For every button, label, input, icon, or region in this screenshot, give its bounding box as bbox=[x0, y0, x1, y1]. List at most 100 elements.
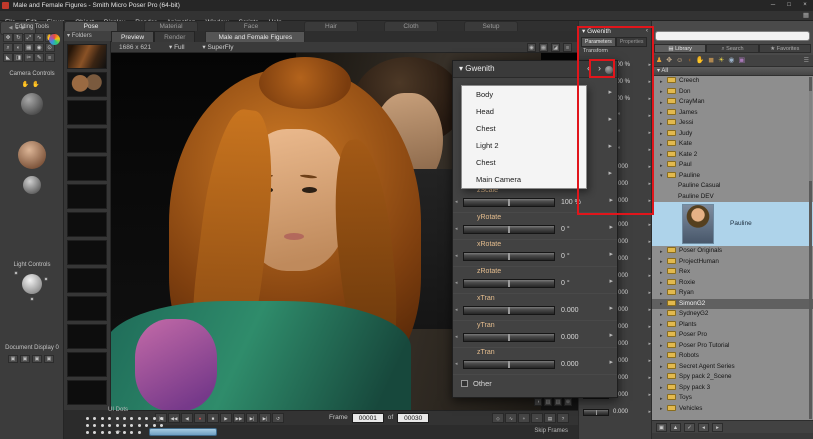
camera-trackball[interactable] bbox=[21, 93, 43, 115]
view-tab-preview[interactable]: Preview bbox=[111, 31, 155, 42]
ui-dot[interactable] bbox=[145, 417, 149, 420]
frame-figure-icon[interactable]: ▣ bbox=[20, 355, 30, 363]
chevron-right-icon[interactable]: ▸ bbox=[660, 331, 667, 342]
ui-dot[interactable] bbox=[93, 431, 97, 434]
dial-submenu-arrow-icon[interactable]: ▸ bbox=[609, 277, 613, 285]
library-search-input[interactable] bbox=[655, 31, 810, 41]
dial-submenu-arrow-icon[interactable]: ▸ bbox=[648, 392, 651, 398]
scene-thumbnail[interactable] bbox=[67, 212, 107, 237]
ui-dot[interactable] bbox=[100, 424, 104, 427]
close-button[interactable]: × bbox=[797, 0, 813, 11]
ui-dot[interactable] bbox=[130, 417, 134, 420]
library-item-poser-pro-tutorial-22[interactable]: ▸ Poser Pro Tutorial bbox=[652, 341, 813, 352]
view-tool-icon[interactable]: ◨ bbox=[13, 53, 24, 62]
ui-dot[interactable] bbox=[86, 424, 89, 427]
dial-nudge-icon[interactable]: ◂ bbox=[455, 253, 458, 259]
taper-tool-icon[interactable]: ◣ bbox=[3, 53, 13, 62]
rotate-tool-icon[interactable]: ↻ bbox=[13, 33, 24, 42]
ui-dot[interactable] bbox=[137, 431, 141, 434]
chevron-right-icon[interactable]: ▸ bbox=[660, 247, 667, 258]
texture-toggle-icon[interactable]: ◪ bbox=[551, 43, 560, 52]
scene-thumbnail[interactable] bbox=[67, 296, 107, 321]
library-item-judy-5[interactable]: ▸ Judy bbox=[652, 129, 813, 140]
parameter-dial[interactable] bbox=[463, 225, 555, 234]
magnify-tool-icon[interactable]: ⌕ bbox=[3, 43, 13, 52]
chevron-right-icon[interactable]: ▸ bbox=[660, 161, 667, 172]
last-frame-button[interactable]: ▶| bbox=[259, 413, 271, 423]
dial-nudge-icon[interactable]: ◂ bbox=[455, 199, 458, 205]
list-view-icon[interactable]: ☰ bbox=[804, 57, 809, 64]
half-view-icon[interactable]: ▣ bbox=[32, 355, 42, 363]
chevron-right-icon[interactable]: ▸ bbox=[660, 98, 667, 109]
stop-button[interactable]: ■ bbox=[207, 413, 219, 423]
ui-dot[interactable] bbox=[108, 424, 112, 427]
total-frames-field[interactable]: 00030 bbox=[397, 413, 430, 423]
scene-thumbnail[interactable] bbox=[67, 184, 107, 209]
scene-thumbnail[interactable] bbox=[67, 100, 107, 125]
chevron-right-icon[interactable]: ▸ bbox=[660, 268, 667, 279]
expressions-category-icon[interactable]: ☺ bbox=[676, 55, 683, 67]
ui-dot[interactable] bbox=[86, 417, 89, 420]
scene-thumbnail[interactable] bbox=[67, 156, 107, 181]
parameter-dial[interactable] bbox=[463, 306, 555, 315]
chevron-right-icon[interactable]: ▸ bbox=[660, 289, 667, 300]
library-item-roxie-16[interactable]: ▸ Roxie bbox=[652, 278, 813, 289]
library-item-poser-pro-21[interactable]: ▸ Poser Pro bbox=[652, 330, 813, 341]
next-page-icon[interactable]: ▸ bbox=[712, 422, 723, 432]
light-indicator-dot[interactable] bbox=[30, 297, 34, 301]
dial-submenu-arrow-icon[interactable]: ▸ bbox=[609, 358, 613, 366]
ui-dot[interactable] bbox=[108, 431, 112, 434]
ui-dot[interactable] bbox=[115, 431, 119, 434]
library-item-vehicles-28[interactable]: ▸ Vehicles bbox=[652, 404, 813, 415]
library-item-projecthuman-14[interactable]: ▸ ProjectHuman bbox=[652, 257, 813, 268]
ui-dot[interactable] bbox=[100, 417, 104, 420]
orbit-ball[interactable] bbox=[23, 176, 41, 194]
renderer-dropdown[interactable]: ▾ SuperFly bbox=[202, 44, 233, 51]
parameter-dial[interactable] bbox=[463, 333, 555, 342]
chevron-right-icon[interactable]: ▸ bbox=[660, 310, 667, 321]
loop-button[interactable]: ↺ bbox=[272, 413, 284, 423]
room-tab-face[interactable]: Face bbox=[224, 21, 278, 31]
ui-dot[interactable] bbox=[152, 424, 156, 427]
ui-dot[interactable] bbox=[152, 417, 156, 420]
dial-nudge-icon[interactable]: ◂ bbox=[455, 334, 458, 340]
folders-header[interactable]: ▾ Folders bbox=[64, 31, 111, 41]
step-forward-fast-button[interactable]: ▶| bbox=[246, 413, 258, 423]
minimize-button[interactable]: ─ bbox=[765, 0, 781, 11]
library-item-secret-agent-series-24[interactable]: ▸ Secret Agent Series bbox=[652, 362, 813, 373]
ui-dot[interactable] bbox=[145, 424, 149, 427]
dial-submenu-arrow-icon[interactable]: ▸ bbox=[648, 324, 651, 330]
document-tab[interactable]: Male and Female Figures bbox=[205, 31, 306, 42]
ui-dot[interactable] bbox=[115, 424, 119, 427]
new-folder-icon[interactable]: ▣ bbox=[656, 422, 667, 432]
materials-category-icon[interactable]: ▣ bbox=[738, 55, 745, 67]
hands-category-icon[interactable]: ✋ bbox=[696, 55, 705, 67]
chevron-right-icon[interactable]: ▸ bbox=[660, 394, 667, 405]
cameras-category-icon[interactable]: ◉ bbox=[728, 55, 734, 67]
dial-submenu-arrow-icon[interactable]: ▸ bbox=[648, 290, 651, 296]
parameter-dial[interactable] bbox=[463, 252, 555, 261]
dial-submenu-arrow-icon[interactable]: ▸ bbox=[648, 239, 651, 245]
scene-thumbnail[interactable] bbox=[67, 324, 107, 349]
dropdown-item-body-0[interactable]: Body bbox=[462, 86, 586, 103]
library-item-poser-originals-13[interactable]: ▸ Poser Originals bbox=[652, 246, 813, 257]
face-camera-ball[interactable] bbox=[18, 141, 46, 169]
library-item-simong2-18[interactable]: ▸ SimonG2 bbox=[652, 298, 813, 309]
library-item-pauline-dev-11[interactable]: Pauline DEV bbox=[652, 192, 813, 203]
chevron-right-icon[interactable]: ▸ bbox=[660, 404, 667, 415]
twist-tool-icon[interactable]: ∿ bbox=[34, 33, 45, 42]
dial-submenu-arrow-icon[interactable]: ▸ bbox=[648, 341, 651, 347]
paint-tool-icon[interactable]: ✎ bbox=[34, 53, 45, 62]
library-item-jessi-4[interactable]: ▸ Jessi bbox=[652, 118, 813, 129]
delete-key-button[interactable]: − bbox=[531, 413, 543, 423]
ui-dot[interactable] bbox=[122, 417, 126, 420]
chevron-right-icon[interactable]: ▸ bbox=[660, 373, 667, 384]
scene-thumbnail[interactable] bbox=[67, 380, 107, 405]
library-item-kate-2-7[interactable]: ▸ Kate 2 bbox=[652, 150, 813, 161]
library-thumbnail-pauline[interactable]: Pauline bbox=[652, 202, 813, 246]
cut-tool-icon[interactable]: ✂ bbox=[23, 53, 34, 62]
camera-hands-icon[interactable]: ✋✋ bbox=[8, 81, 56, 88]
library-item-robots-23[interactable]: ▸ Robots bbox=[652, 351, 813, 362]
scene-thumbnail[interactable] bbox=[67, 128, 107, 153]
dial-submenu-arrow-icon[interactable]: ▸ bbox=[648, 307, 651, 313]
